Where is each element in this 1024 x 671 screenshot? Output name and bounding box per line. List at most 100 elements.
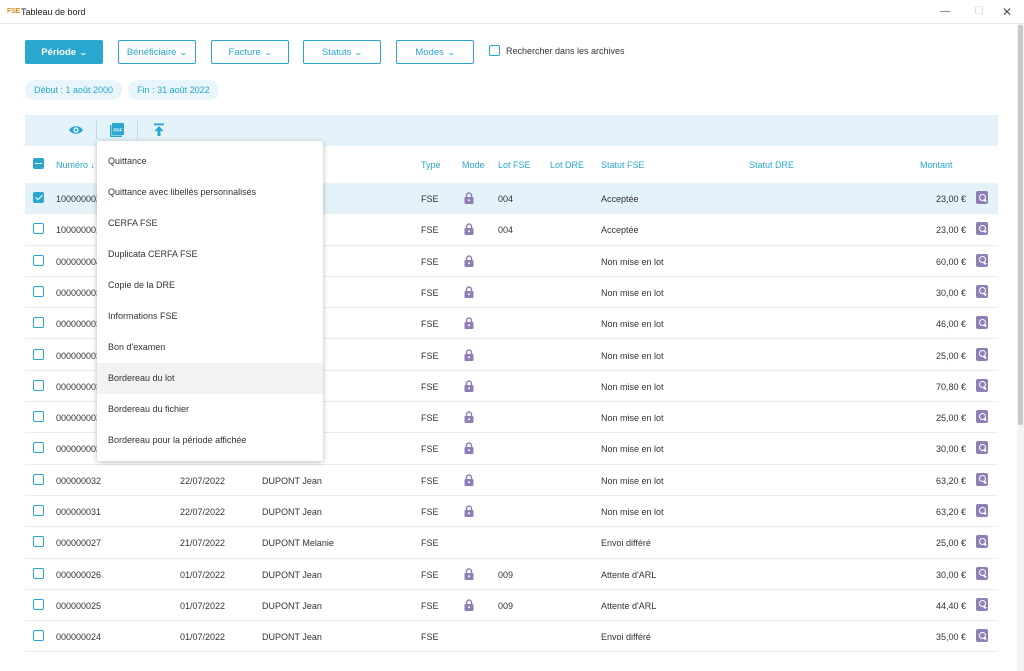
statut-dre-column-header[interactable]: Statut DRE — [749, 160, 794, 170]
row-checkbox[interactable] — [33, 442, 44, 454]
zoom-icon[interactable] — [976, 566, 988, 580]
row-checkbox[interactable] — [33, 223, 44, 235]
minimize-button[interactable]: — — [930, 3, 960, 21]
row-checkbox[interactable] — [33, 598, 44, 610]
mode-column-header[interactable]: Mode — [462, 160, 485, 170]
menu-item[interactable]: Bon d'examen — [97, 332, 323, 363]
maximize-button[interactable]: ☐ — [964, 3, 994, 21]
montant-cell: 63,20 € — [935, 475, 966, 486]
row-checkbox[interactable] — [33, 567, 44, 579]
modes-filter-button[interactable]: Modes ⌄ — [396, 40, 474, 64]
montant-cell: 25,00 € — [935, 413, 966, 424]
numero-cell: 000000003 — [56, 319, 102, 330]
montant-cell: 63,20 € — [935, 507, 966, 517]
zoom-icon[interactable] — [976, 504, 988, 517]
zoom-icon[interactable] — [976, 347, 988, 361]
select-all-checkbox[interactable] — [33, 158, 44, 169]
statut-fse-cell: Attente d'ARL — [601, 600, 657, 611]
row-checkbox[interactable] — [33, 348, 44, 360]
row-checkbox[interactable] — [33, 379, 44, 391]
zoom-icon[interactable] — [976, 284, 988, 298]
lot-fse-cell: 004 — [498, 225, 514, 236]
zoom-icon[interactable] — [976, 191, 988, 204]
archives-toggle[interactable]: Rechercher dans les archives — [489, 45, 625, 56]
type-cell: FSE — [421, 507, 439, 517]
app-logo: FSE — [7, 8, 20, 15]
row-checkbox[interactable] — [33, 536, 44, 548]
type-cell: FSE — [421, 256, 439, 267]
montant-cell: 60,00 € — [935, 256, 966, 267]
table-row[interactable]: 000000025 01/07/2022 DUPONT Jean FSE 009 Atte… — [25, 590, 998, 622]
date-cell: 22/07/2022 — [180, 475, 226, 486]
zoom-icon[interactable] — [976, 253, 988, 267]
vertical-scrollbar[interactable] — [1017, 24, 1024, 671]
menu-item[interactable]: Quittance — [97, 146, 323, 177]
archives-checkbox[interactable] — [489, 45, 500, 56]
montant-column-header[interactable]: Montant — [920, 160, 953, 170]
date-cell: 01/07/2022 — [180, 569, 226, 580]
zoom-icon[interactable] — [976, 441, 988, 455]
periode-filter-button[interactable]: Période ⌄ — [25, 40, 103, 64]
row-checkbox[interactable] — [33, 473, 44, 485]
numero-cell: 000000003 — [56, 287, 102, 298]
lot-fse-column-header[interactable]: Lot FSE — [498, 160, 531, 170]
title-bar: FSE Tableau de bord — ☐ ✕ — [0, 0, 1024, 24]
table-row[interactable]: 000000031 22/07/2022 DUPONT Jean FSE Non mis… — [25, 496, 998, 528]
statuts-filter-button[interactable]: Statuts ⌄ — [303, 40, 381, 64]
zoom-icon[interactable] — [976, 629, 988, 643]
montant-cell: 25,00 € — [935, 350, 966, 361]
zoom-icon[interactable] — [976, 410, 988, 424]
menu-item[interactable]: Bordereau du lot — [97, 363, 323, 394]
export-icon[interactable] — [150, 122, 168, 138]
beneficiaire-filter-button[interactable]: Bénéficiaire ⌄ — [118, 40, 196, 64]
type-column-header[interactable]: Type — [421, 160, 441, 170]
zoom-icon[interactable] — [976, 378, 988, 392]
table-row[interactable]: 000000026 01/07/2022 DUPONT Jean FSE 009 Atte… — [25, 559, 998, 590]
statut-fse-cell: Non mise en lot — [601, 413, 664, 424]
table-row[interactable]: 000000027 21/07/2022 DUPONT Melanie FSE Envo… — [25, 527, 998, 559]
menu-item[interactable]: Bordereau pour la période affichée — [97, 425, 323, 456]
fin-chip[interactable]: Fin : 31 août 2022 — [128, 80, 219, 100]
type-cell: FSE — [421, 287, 439, 298]
lot-fse-cell: 009 — [498, 600, 514, 611]
table-row[interactable]: 000000032 22/07/2022 DUPONT Jean FSE Non mis… — [25, 465, 998, 496]
statut-fse-cell: Acceptée — [601, 225, 639, 236]
debut-chip[interactable]: Début : 1 août 2000 — [25, 80, 123, 100]
lot-dre-column-header[interactable]: Lot DRE — [550, 160, 584, 170]
facture-filter-button[interactable]: Facture ⌄ — [211, 40, 289, 64]
zoom-icon[interactable] — [976, 472, 988, 486]
row-checkbox[interactable] — [33, 317, 44, 329]
menu-item[interactable]: CERFA FSE — [97, 208, 323, 239]
zoom-icon[interactable] — [976, 316, 988, 330]
numero-column-header[interactable]: Numéro ↓ — [56, 160, 95, 170]
type-cell: FSE — [421, 350, 439, 361]
menu-item[interactable]: Quittance avec libellés personnalisés — [97, 177, 323, 208]
numero-cell: 100000001 — [56, 225, 102, 236]
numero-cell: 100000002 — [56, 194, 102, 204]
menu-item[interactable]: Informations FSE — [97, 301, 323, 332]
menu-item[interactable]: Bordereau du fichier — [97, 394, 323, 425]
zoom-icon[interactable] — [976, 222, 988, 236]
zoom-icon[interactable] — [976, 597, 988, 611]
table-row[interactable]: 000000024 01/07/2022 DUPONT Jean FSE Envoi d… — [25, 621, 998, 653]
type-cell: FSE — [421, 600, 439, 611]
toolbar-separator — [81, 121, 97, 139]
statut-fse-column-header[interactable]: Statut FSE — [601, 160, 645, 170]
chevron-down-icon: ⌄ — [446, 47, 456, 57]
statut-fse-cell: Non mise en lot — [601, 319, 664, 330]
zoom-icon[interactable] — [976, 535, 988, 549]
row-checkbox[interactable] — [33, 254, 44, 266]
row-checkbox[interactable] — [33, 411, 44, 423]
row-checkbox[interactable] — [33, 505, 44, 516]
menu-item[interactable]: Copie de la DRE — [97, 270, 323, 301]
close-button[interactable]: ✕ — [992, 3, 1022, 21]
scrollbar-thumb[interactable] — [1018, 25, 1023, 425]
row-checkbox[interactable] — [33, 285, 44, 297]
menu-item[interactable]: Duplicata CERFA FSE — [97, 239, 323, 270]
row-checkbox[interactable] — [33, 630, 44, 642]
numero-cell: 000000024 — [56, 632, 102, 643]
lock-icon — [464, 505, 474, 517]
numero-cell: 000000003 — [56, 350, 102, 361]
lot-fse-cell: 004 — [498, 194, 514, 204]
row-checkbox[interactable] — [33, 192, 44, 203]
